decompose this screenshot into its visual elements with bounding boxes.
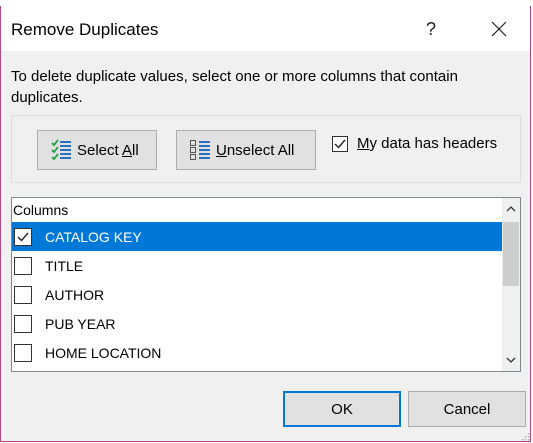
list-item-label: CATALOG KEY — [45, 228, 142, 245]
dialog-titlebar: Remove Duplicates ? — [1, 6, 530, 51]
dialog-title: Remove Duplicates — [11, 20, 159, 39]
columns-list-rows: CATALOG KEY TITLE AUTHOR PUB YEAR HOME L… — [12, 222, 502, 367]
headers-checkbox-box[interactable] — [332, 135, 348, 152]
list-item-home-location[interactable]: HOME LOCATION — [12, 338, 502, 367]
row-checkbox[interactable] — [14, 314, 32, 333]
row-checkbox[interactable] — [14, 343, 32, 362]
scroll-up-button[interactable] — [502, 200, 520, 218]
select-all-button[interactable]: Select All — [37, 130, 157, 170]
list-item-catalog-key[interactable]: CATALOG KEY — [12, 222, 502, 251]
resize-grip-icon[interactable] — [522, 433, 530, 441]
selection-toolbar: Select All Unselect All My data has head… — [11, 115, 521, 183]
my-data-has-headers-checkbox[interactable]: My data has headers — [332, 135, 497, 152]
select-all-icon — [50, 139, 72, 161]
checkmark-icon — [334, 139, 346, 149]
list-item-title[interactable]: TITLE — [12, 251, 502, 280]
chevron-up-icon — [506, 206, 516, 212]
list-item-author[interactable]: AUTHOR — [12, 280, 502, 309]
row-checkbox[interactable] — [14, 256, 32, 275]
checkmark-icon — [17, 232, 29, 242]
help-button[interactable]: ? — [416, 14, 446, 44]
vertical-scrollbar[interactable] — [502, 198, 520, 371]
scroll-down-button[interactable] — [502, 351, 520, 369]
close-icon — [491, 21, 507, 37]
close-button[interactable] — [479, 12, 519, 46]
select-all-label: Select All — [77, 141, 139, 159]
unselect-all-icon — [189, 139, 211, 161]
columns-listbox[interactable]: Columns CATALOG KEY TITLE AUTHOR PUB YEA… — [11, 197, 521, 372]
unselect-all-button[interactable]: Unselect All — [176, 130, 316, 170]
headers-checkbox-label: My data has headers — [357, 135, 498, 152]
chevron-down-icon — [506, 357, 516, 363]
list-item-label: PUB YEAR — [45, 315, 116, 332]
columns-header: Columns — [13, 202, 69, 218]
instructions-text: To delete duplicate values, select one o… — [11, 68, 458, 106]
help-icon: ? — [425, 18, 436, 39]
unselect-all-label: Unselect All — [216, 141, 295, 159]
remove-duplicates-dialog: Remove Duplicates ? To delete duplicate … — [0, 6, 531, 442]
list-item-pub-year[interactable]: PUB YEAR — [12, 309, 502, 338]
list-item-label: HOME LOCATION — [45, 344, 162, 361]
list-item-label: AUTHOR — [45, 286, 105, 303]
scroll-thumb[interactable] — [503, 222, 519, 286]
row-checkbox[interactable] — [14, 227, 32, 246]
cancel-button[interactable]: Cancel — [408, 391, 526, 427]
ok-button[interactable]: OK — [283, 391, 401, 427]
background-text-fragment — [52, 0, 130, 4]
row-checkbox[interactable] — [14, 285, 32, 304]
list-item-label: TITLE — [45, 257, 84, 274]
